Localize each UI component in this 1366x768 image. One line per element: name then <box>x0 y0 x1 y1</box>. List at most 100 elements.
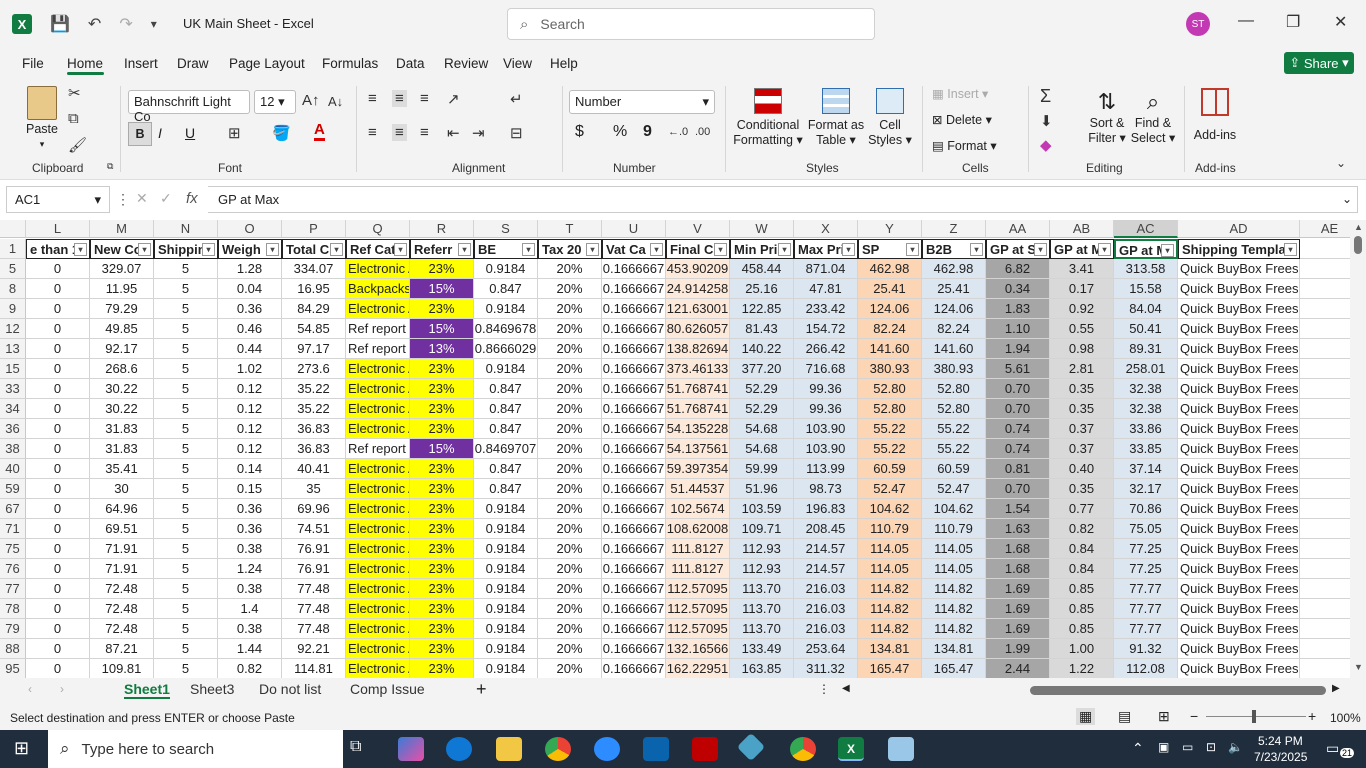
zoom-app-icon[interactable] <box>594 737 620 761</box>
table-cell[interactable]: 1.63 <box>986 519 1050 539</box>
table-cell[interactable]: 69.96 <box>282 499 346 519</box>
table-cell[interactable]: 214.57 <box>794 539 858 559</box>
header-cell[interactable]: Vat Ca ▾ <box>602 239 666 259</box>
table-cell[interactable]: 113.70 <box>730 579 794 599</box>
empty-cell[interactable] <box>1300 459 1350 479</box>
autosum-icon[interactable]: Σ <box>1040 86 1051 107</box>
align-center-icon[interactable]: ≡ <box>392 124 407 141</box>
tab-data[interactable]: Data <box>396 56 425 71</box>
table-cell[interactable]: 23% <box>410 359 474 379</box>
table-cell[interactable]: 60.59 <box>858 459 922 479</box>
table-cell[interactable]: 0.36 <box>218 299 282 319</box>
table-cell[interactable]: 98.73 <box>794 479 858 499</box>
table-cell[interactable]: Electronic A <box>346 519 410 539</box>
table-cell[interactable]: 0.1666667 <box>602 499 666 519</box>
table-cell[interactable]: 20% <box>538 419 602 439</box>
table-cell[interactable]: 23% <box>410 599 474 619</box>
table-cell[interactable]: 5 <box>154 579 218 599</box>
table-cell[interactable]: 453.90209 <box>666 259 730 279</box>
notification-icon[interactable]: ▭ <box>1326 740 1339 757</box>
table-cell[interactable]: 69.51 <box>90 519 154 539</box>
table-cell[interactable]: 77.48 <box>282 599 346 619</box>
table-cell[interactable]: 35 <box>282 479 346 499</box>
font-name-select[interactable]: Bahnschrift Light Co <box>128 90 250 124</box>
table-cell[interactable]: Quick BuyBox Freeship <box>1178 539 1300 559</box>
sort-filter-button[interactable]: ⇅ Sort & Filter ▾ <box>1084 88 1130 146</box>
prev-sheet-icon[interactable]: ‹ <box>28 682 32 696</box>
task-view-icon[interactable]: ⧉ <box>350 738 361 756</box>
tab-formulas[interactable]: Formulas <box>322 56 378 71</box>
table-cell[interactable]: 0.44 <box>218 339 282 359</box>
table-cell[interactable]: 0 <box>26 399 90 419</box>
table-cell[interactable]: 74.51 <box>282 519 346 539</box>
table-cell[interactable]: 20% <box>538 619 602 639</box>
table-cell[interactable]: 2.44 <box>986 659 1050 678</box>
copy-icon[interactable]: ⧉ <box>68 110 79 127</box>
table-cell[interactable]: 0 <box>26 379 90 399</box>
row-header[interactable]: 79 <box>0 619 26 639</box>
windows-start-icon[interactable]: ⊞ <box>14 738 29 759</box>
increase-decimal-icon[interactable]: ←.0 <box>668 126 688 138</box>
filter-dropdown-icon[interactable]: ▾ <box>458 243 471 256</box>
table-cell[interactable]: 36.83 <box>282 419 346 439</box>
table-cell[interactable]: 0.35 <box>1050 479 1114 499</box>
empty-cell[interactable] <box>1300 539 1350 559</box>
column-header[interactable]: AB <box>1050 220 1114 238</box>
table-cell[interactable]: 23% <box>410 539 474 559</box>
table-cell[interactable]: Electronic A <box>346 419 410 439</box>
table-cell[interactable]: 0 <box>26 339 90 359</box>
collapse-ribbon-icon[interactable]: ⌄ <box>1336 156 1346 170</box>
table-cell[interactable]: 111.8127 <box>666 539 730 559</box>
table-cell[interactable]: Quick BuyBox Freeship <box>1178 259 1300 279</box>
table-cell[interactable]: 5 <box>154 459 218 479</box>
table-cell[interactable]: Quick BuyBox Freeship <box>1178 579 1300 599</box>
normal-view-icon[interactable]: ▦ <box>1076 708 1096 725</box>
table-cell[interactable]: Quick BuyBox Freeship <box>1178 479 1300 499</box>
fill-color-icon[interactable]: 🪣 <box>272 124 291 142</box>
expand-formula-bar-icon[interactable]: ⌄ <box>1342 192 1352 206</box>
column-header[interactable]: L <box>26 220 90 238</box>
column-header[interactable]: W <box>730 220 794 238</box>
table-cell[interactable]: 80.626057 <box>666 319 730 339</box>
table-cell[interactable]: 0.92 <box>1050 299 1114 319</box>
table-cell[interactable]: 0.98 <box>1050 339 1114 359</box>
table-cell[interactable]: Quick BuyBox Freeship <box>1178 299 1300 319</box>
table-cell[interactable]: 89.31 <box>1114 339 1178 359</box>
table-cell[interactable]: 0.74 <box>986 419 1050 439</box>
table-cell[interactable]: 20% <box>538 479 602 499</box>
table-cell[interactable]: 0.35 <box>1050 399 1114 419</box>
filter-dropdown-icon[interactable]: ▾ <box>970 243 983 256</box>
filter-dropdown-icon[interactable]: ▾ <box>522 243 535 256</box>
empty-cell[interactable] <box>1300 339 1350 359</box>
table-cell[interactable]: 5 <box>154 559 218 579</box>
empty-cell[interactable] <box>1300 599 1350 619</box>
table-cell[interactable]: 266.42 <box>794 339 858 359</box>
filter-dropdown-icon[interactable]: ▾ <box>1161 244 1174 257</box>
empty-cell[interactable] <box>1300 279 1350 299</box>
table-cell[interactable]: 0 <box>26 439 90 459</box>
add-sheet-button[interactable]: + <box>476 679 487 700</box>
table-cell[interactable]: 329.07 <box>90 259 154 279</box>
table-cell[interactable]: 109.71 <box>730 519 794 539</box>
more-options-icon[interactable]: ⋮ <box>116 191 130 208</box>
filter-dropdown-icon[interactable]: ▾ <box>202 243 215 256</box>
empty-cell[interactable] <box>1300 379 1350 399</box>
scroll-left-icon[interactable]: ◀ <box>842 683 850 694</box>
table-cell[interactable]: 0 <box>26 519 90 539</box>
avatar[interactable]: ST <box>1186 12 1210 36</box>
table-cell[interactable]: 114.82 <box>922 599 986 619</box>
sheet-tab[interactable]: Do not list <box>259 681 321 697</box>
underline-button[interactable]: U <box>185 126 195 141</box>
table-cell[interactable]: 114.82 <box>858 579 922 599</box>
vertical-scroll-thumb[interactable] <box>1354 236 1362 254</box>
network-icon[interactable]: ⊡ <box>1206 740 1216 754</box>
table-cell[interactable]: 5 <box>154 359 218 379</box>
italic-button[interactable]: I <box>158 126 162 141</box>
table-cell[interactable]: 0.15 <box>218 479 282 499</box>
table-cell[interactable]: 0.9184 <box>474 519 538 539</box>
table-cell[interactable]: 0.70 <box>986 399 1050 419</box>
name-box[interactable]: AC1 ▾ <box>6 186 110 213</box>
table-cell[interactable]: 51.96 <box>730 479 794 499</box>
table-cell[interactable]: 1.99 <box>986 639 1050 659</box>
table-cell[interactable]: 54.68 <box>730 419 794 439</box>
